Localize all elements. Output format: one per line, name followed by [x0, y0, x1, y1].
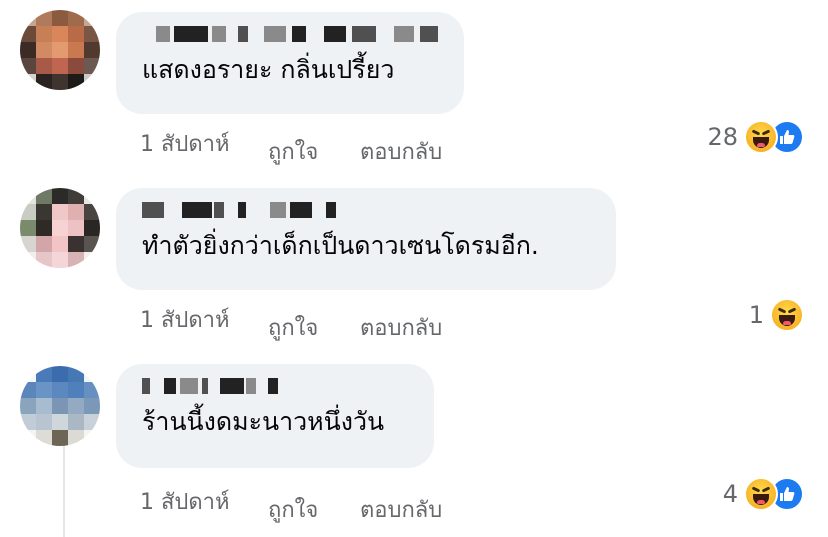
author-name-redacted[interactable] [142, 26, 438, 48]
reaction-count: 1 [748, 301, 764, 329]
author-name-redacted[interactable] [142, 378, 408, 400]
like-button[interactable]: ถูกใจ [268, 310, 360, 345]
like-button[interactable]: ถูกใจ [268, 492, 360, 527]
comment-actions: 1 สัปดาห์ ถูกใจ ตอบกลับ [140, 302, 442, 345]
reaction-summary[interactable]: 4 [723, 477, 804, 511]
haha-emoji-icon [770, 298, 804, 332]
reaction-count: 4 [722, 480, 738, 508]
avatar[interactable] [20, 188, 100, 268]
reply-button[interactable]: ตอบกลับ [360, 134, 442, 169]
comment-text: ร้านนี้งดมะนาวหนึ่งวัน [142, 407, 385, 436]
haha-emoji-icon [744, 477, 778, 511]
reply-button[interactable]: ตอบกลับ [360, 310, 442, 345]
comment-timestamp[interactable]: 1 สัปดาห์ [140, 126, 268, 169]
comment-bubble: ทำตัวยิ่งกว่าเด็กเป็นดาวเซนโดรมอีก. [116, 188, 616, 290]
comment-text: แสดงอรายะ กลิ่นเปรี้ยว [142, 55, 395, 84]
avatar[interactable] [20, 366, 100, 446]
comment-text: ทำตัวยิ่งกว่าเด็กเป็นดาวเซนโดรมอีก. [142, 231, 539, 260]
thread-connector-line [63, 442, 65, 537]
avatar[interactable] [20, 10, 100, 90]
comment-timestamp[interactable]: 1 สัปดาห์ [140, 302, 268, 345]
comment-timestamp[interactable]: 1 สัปดาห์ [140, 484, 268, 527]
reaction-count: 28 [707, 123, 738, 151]
reply-button[interactable]: ตอบกลับ [360, 492, 442, 527]
haha-emoji-icon [744, 120, 778, 154]
reaction-summary[interactable]: 28 [707, 120, 804, 154]
author-name-redacted[interactable] [142, 202, 590, 224]
comment-actions: 1 สัปดาห์ ถูกใจ ตอบกลับ [140, 484, 442, 527]
comment-bubble: แสดงอรายะ กลิ่นเปรี้ยว [116, 12, 464, 114]
reaction-summary[interactable]: 1 [749, 298, 804, 332]
like-button[interactable]: ถูกใจ [268, 134, 360, 169]
comment-actions: 1 สัปดาห์ ถูกใจ ตอบกลับ [140, 126, 442, 169]
comment-bubble: ร้านนี้งดมะนาวหนึ่งวัน [116, 364, 434, 468]
